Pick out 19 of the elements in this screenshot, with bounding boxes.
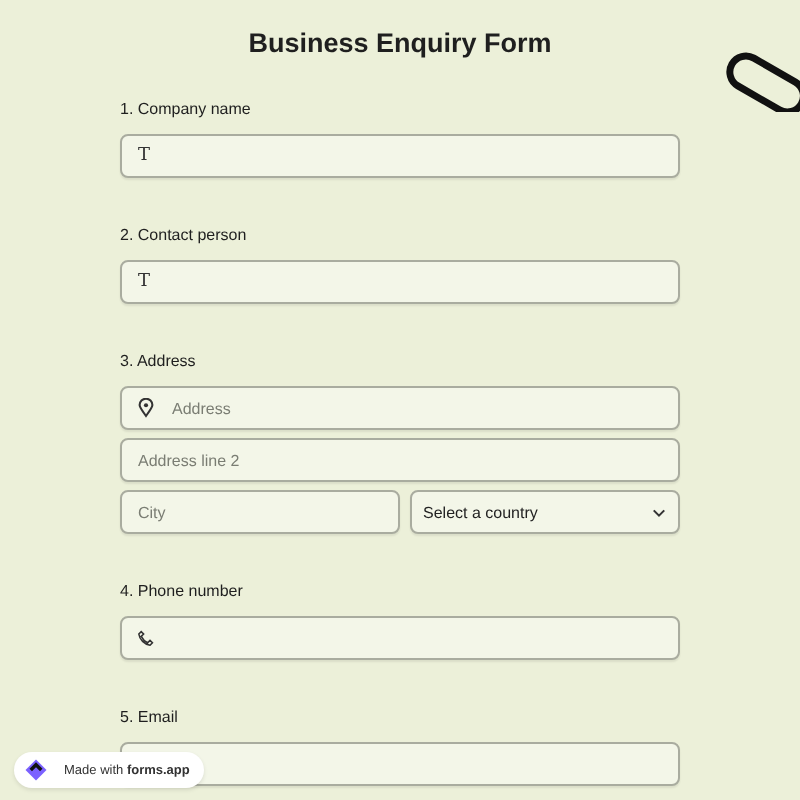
text-field[interactable]: T	[120, 134, 680, 178]
logo-icon	[20, 756, 52, 784]
chevron-down-icon	[652, 507, 666, 517]
question-label: 3. Address	[120, 352, 196, 370]
question-label: 4. Phone number	[120, 582, 243, 600]
input-field[interactable]: Address	[120, 386, 680, 430]
text-field[interactable]: T	[120, 260, 680, 304]
question-label: 1. Company name	[120, 100, 251, 118]
form-title: Business Enquiry Form	[248, 26, 552, 58]
text-type-icon: T	[138, 146, 151, 166]
input-field[interactable]	[120, 616, 680, 660]
location-pin-icon	[138, 398, 154, 418]
input-field[interactable]: Address line 2	[120, 438, 680, 482]
question-label: 2. Contact person	[120, 226, 247, 244]
input-field[interactable]: City	[120, 490, 399, 534]
question-label: 5. Email	[120, 708, 178, 726]
phone-icon	[138, 630, 154, 646]
text-type-icon: T	[138, 272, 151, 292]
country-dropdown[interactable]: Select a country	[409, 490, 680, 534]
